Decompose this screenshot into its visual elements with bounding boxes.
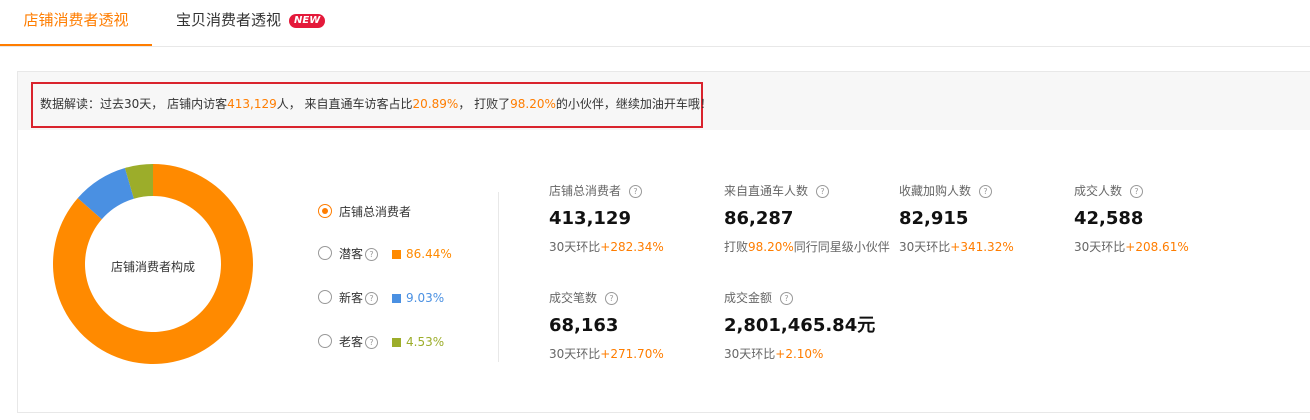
summary-beat: 98.20%: [510, 97, 556, 111]
swatch-returning: [392, 338, 401, 347]
summary-prefix: 数据解读：过去30天， 店铺内访客: [40, 97, 228, 111]
help-icon[interactable]: ?: [605, 292, 619, 305]
radio[interactable]: [318, 246, 332, 260]
consumer-panel: 数据解读：过去30天， 店铺内访客413,129人， 来自直通车访客占比20.8…: [17, 71, 1310, 413]
metric-sub: 30天环比+341.32%: [899, 240, 1014, 254]
summary-mid1: 人， 来自直通车访客占比: [276, 97, 413, 111]
legend-label: 店铺总消费者: [339, 205, 412, 219]
legend-label: 老客?: [339, 333, 379, 351]
metric-ztc-visitors: 来自直通车人数? 86,287 打败98.20%同行同星级小伙伴: [724, 182, 894, 255]
legend-pct: 4.53%: [406, 335, 445, 349]
radio-selected[interactable]: [318, 204, 332, 218]
tab-store-consumers[interactable]: 店铺消费者透视: [0, 0, 152, 46]
summary-visitors: 413,129: [227, 97, 277, 111]
tab-label: 宝贝消费者透视: [176, 11, 282, 29]
legend-label: 新客?: [339, 289, 379, 307]
metric-title: 成交金额: [724, 291, 773, 305]
metric-sub: 30天环比+282.34%: [549, 240, 664, 254]
metric-fav-cart: 收藏加购人数? 82,915 30天环比+341.32%: [899, 182, 1069, 255]
tab-item-consumers[interactable]: 宝贝消费者透视 NEW: [176, 0, 326, 44]
summary-text: 数据解读：过去30天， 店铺内访客413,129人， 来自直通车访客占比20.8…: [40, 95, 712, 112]
swatch-new: [392, 294, 401, 303]
legend-label: 潜客?: [339, 245, 379, 263]
help-icon[interactable]: ?: [629, 185, 643, 198]
donut-center-label: 店铺消费者构成: [110, 260, 195, 274]
summary-highlight-box: 数据解读：过去30天， 店铺内访客413,129人， 来自直通车访客占比20.8…: [31, 82, 712, 128]
metric-value: 42,588: [1074, 208, 1144, 229]
metric-value: 68,163: [549, 315, 619, 336]
metric-sub: 30天环比+271.70%: [549, 347, 664, 361]
help-icon[interactable]: ?: [365, 336, 379, 349]
help-icon[interactable]: ?: [365, 248, 379, 261]
metric-buyers: 成交人数? 42,588 30天环比+208.61%: [1074, 182, 1244, 255]
metric-total-consumers: 店铺总消费者? 413,129 30天环比+282.34%: [549, 182, 719, 255]
help-icon[interactable]: ?: [1130, 185, 1144, 198]
metric-sub: 打败98.20%同行同星级小伙伴: [724, 240, 890, 254]
swatch-prospect: [392, 250, 401, 259]
divider: [498, 192, 499, 362]
metric-value: 86,287: [724, 208, 794, 229]
metric-sub: 30天环比+208.61%: [1074, 240, 1189, 254]
metric-orders: 成交笔数? 68,163 30天环比+271.70%: [549, 289, 719, 362]
metric-title: 成交人数: [1074, 184, 1123, 198]
help-icon[interactable]: ?: [365, 292, 379, 305]
metric-title: 成交笔数: [549, 291, 598, 305]
metric-value: 413,129: [549, 208, 631, 229]
metric-gmv: 成交金额? 2,801,465.84元 30天环比+2.10%: [724, 289, 894, 362]
radio[interactable]: [318, 334, 332, 348]
tab-label: 店铺消费者透视: [23, 11, 129, 29]
metric-title: 来自直通车人数: [724, 184, 809, 198]
tab-bar: 店铺消费者透视 宝贝消费者透视 NEW: [0, 0, 1310, 47]
help-icon[interactable]: ?: [816, 185, 830, 198]
metric-title: 收藏加购人数: [899, 184, 972, 198]
legend-pct: 86.44%: [406, 247, 452, 261]
summary-bar: 数据解读：过去30天， 店铺内访客413,129人， 来自直通车访客占比20.8…: [18, 72, 1310, 130]
metric-value: 2,801,465.84元: [724, 315, 876, 336]
summary-suffix: 的小伙伴，继续加油开车哦！: [555, 97, 712, 111]
help-icon[interactable]: ?: [780, 292, 794, 305]
radio[interactable]: [318, 290, 332, 304]
metric-title: 店铺总消费者: [549, 184, 622, 198]
summary-mid2: ， 打败了: [458, 97, 511, 111]
summary-share: 20.89%: [412, 97, 459, 111]
help-icon[interactable]: ?: [979, 185, 993, 198]
metric-value: 82,915: [899, 208, 969, 229]
new-badge: NEW: [289, 14, 326, 28]
legend-pct: 9.03%: [406, 291, 445, 305]
metric-sub: 30天环比+2.10%: [724, 347, 824, 361]
